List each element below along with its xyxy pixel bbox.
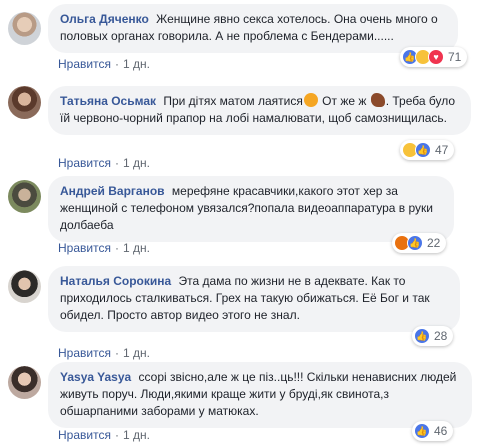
like-link[interactable]: Нравится [58,57,111,71]
like-reaction-icon: 👍 [415,142,431,158]
like-reaction-icon: 👍 [414,328,430,344]
reaction-summary[interactable]: 👍 46 [412,421,454,441]
comment-text-part: При дітях матом лаятися [163,94,303,108]
comment-bubble: Ольга Дяченко Женщине явно секса хотелос… [48,4,458,53]
comment-time[interactable]: 1 дн. [123,428,150,442]
reaction-summary[interactable]: 👍 22 [392,233,447,253]
comment-time[interactable]: 1 дн. [123,346,150,360]
comment-meta: Нравится · 1 дн. [58,346,150,360]
comment-meta: Нравится · 1 дн. [58,156,150,170]
rooster-emoji-icon [370,93,385,107]
comment-bubble: Татьяна Осьмак При дітях матом лаятися О… [48,86,471,135]
comment-bubble: Наталья Сорокина Эта дама по жизни не в … [48,266,460,332]
like-reaction-icon: 👍 [414,423,430,439]
comment-author[interactable]: Наталья Сорокина [60,274,171,288]
comment-author[interactable]: Yasya Yasya [60,370,131,384]
comment-meta: Нравится · 1 дн. [58,428,150,442]
comment-meta: Нравится · 1 дн. [58,241,150,255]
face-with-symbols-emoji-icon [303,93,318,107]
avatar[interactable] [8,366,41,399]
reaction-summary[interactable]: 👍 ♥ 71 [400,47,468,67]
like-link[interactable]: Нравится [58,241,111,255]
reaction-count: 28 [434,329,448,343]
comment-bubble: Yasya Yasya ссорі звісно,але ж це піз..ц… [48,362,472,428]
like-link[interactable]: Нравится [58,346,111,360]
avatar[interactable] [8,270,41,303]
reaction-summary[interactable]: 👍 28 [412,326,454,346]
reaction-count: 71 [448,50,462,64]
like-link[interactable]: Нравится [58,156,111,170]
comment-meta: Нравится · 1 дн. [58,57,150,71]
reaction-count: 46 [434,424,448,438]
comment-bubble: Андрей Варганов мерефяне красавчики,како… [48,176,454,242]
comment-time[interactable]: 1 дн. [123,156,150,170]
avatar[interactable] [8,86,41,119]
avatar[interactable] [8,180,41,213]
reaction-count: 47 [435,143,449,157]
like-reaction-icon: 👍 [407,235,423,251]
comment-author[interactable]: Татьяна Осьмак [60,94,156,108]
reaction-summary[interactable]: 👍 47 [400,140,455,160]
comment-author[interactable]: Андрей Варганов [60,184,165,198]
reaction-count: 22 [427,236,441,250]
comment-time[interactable]: 1 дн. [123,241,150,255]
comment-time[interactable]: 1 дн. [123,57,150,71]
love-reaction-icon: ♥ [428,49,444,65]
comment-author[interactable]: Ольга Дяченко [60,12,149,26]
avatar[interactable] [8,12,41,45]
comment-text-part: От же ж [318,94,370,108]
like-link[interactable]: Нравится [58,428,111,442]
